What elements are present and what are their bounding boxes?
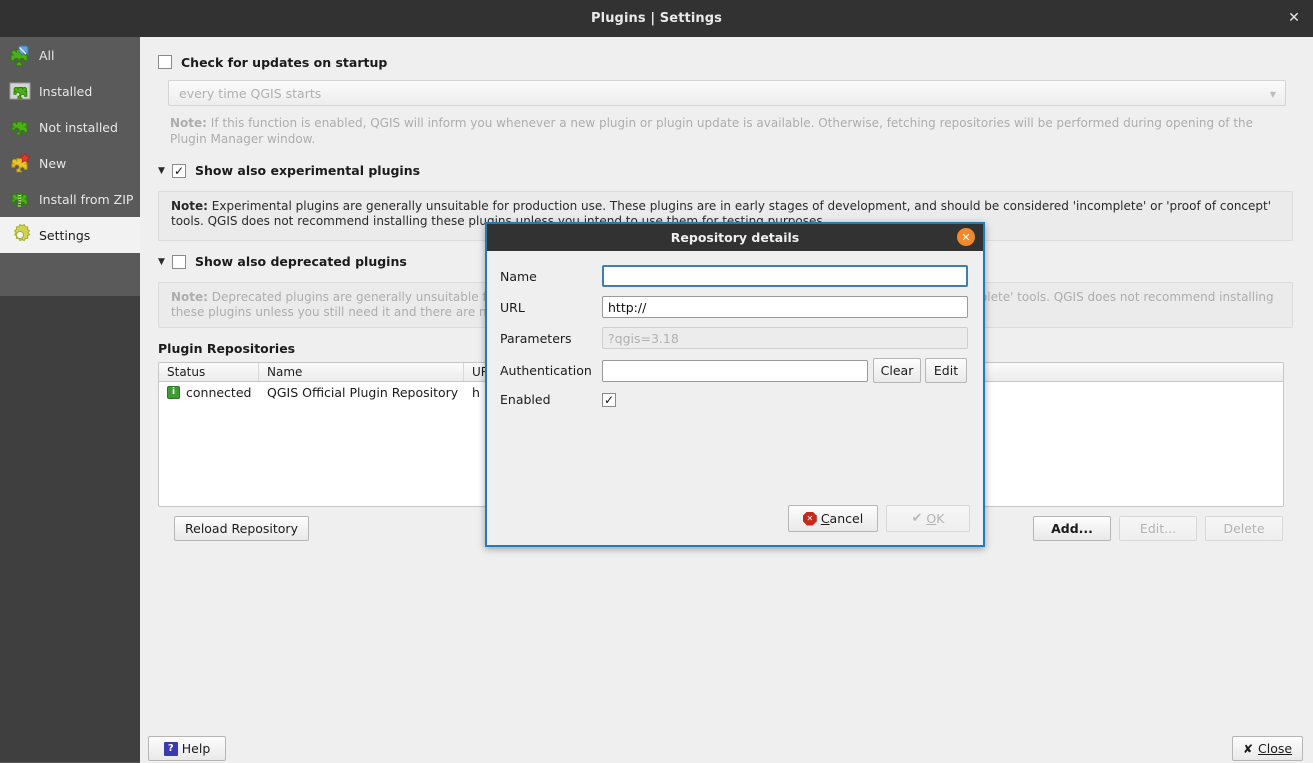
experimental-row[interactable]: ▼ Show also experimental plugins [158, 158, 1313, 184]
authentication-label: Authentication [500, 363, 602, 378]
close-icon[interactable]: ✕ [957, 228, 975, 246]
dialog-body: Name URL Parameters Authentication Clear… [487, 251, 983, 407]
note-prefix: Note: [170, 116, 207, 130]
dialog-titlebar: Repository details ✕ [487, 224, 983, 251]
update-interval-value: every time QGIS starts [179, 86, 321, 101]
sidebar-item-label: Install from ZIP [39, 192, 133, 207]
chevron-down-icon: ▼ [1270, 90, 1276, 99]
dialog-title: Repository details [671, 230, 799, 245]
ok-label: OK [926, 511, 944, 526]
cancel-button[interactable]: ✕ Cancel [788, 505, 878, 532]
puzzle-new-icon [6, 149, 34, 177]
deprecated-label: Show also deprecated plugins [195, 254, 407, 269]
authentication-input[interactable] [602, 360, 868, 382]
sidebar-filler-dark [0, 296, 140, 762]
ok-button: ✔ OK [886, 505, 970, 532]
sidebar-item-label: All [39, 48, 55, 63]
sidebar-item-new[interactable]: New [0, 145, 140, 181]
close-label: Close [1258, 741, 1292, 756]
connected-icon: i [167, 386, 180, 399]
enabled-label: Enabled [500, 392, 602, 407]
edit-repository-button: Edit... [1119, 516, 1197, 541]
cancel-x-icon: ✕ [803, 512, 817, 526]
parameters-label: Parameters [500, 331, 602, 346]
close-button[interactable]: ✘ Close [1232, 736, 1303, 761]
gear-icon [6, 221, 34, 249]
field-row-name: Name [500, 265, 968, 287]
sidebar-item-not-installed[interactable]: Not installed [0, 109, 140, 145]
puzzle-zip-icon [6, 185, 34, 213]
window-title: Plugins | Settings [591, 11, 722, 26]
url-input[interactable] [602, 296, 968, 318]
note-prefix: Note: [171, 199, 208, 213]
cell-name: QGIS Official Plugin Repository [259, 385, 464, 400]
cell-status: i connected [159, 385, 259, 400]
close-icon[interactable]: ✕ [1281, 6, 1307, 30]
panel-splitter[interactable] [140, 37, 158, 763]
note-check-updates: Note: If this function is enabled, QGIS … [168, 110, 1286, 154]
sidebar-item-label: New [39, 156, 66, 171]
check-updates-label: Check for updates on startup [181, 55, 387, 70]
add-repository-button[interactable]: Add... [1033, 516, 1111, 541]
update-interval-combo[interactable]: every time QGIS starts ▼ [168, 80, 1286, 106]
edit-auth-button[interactable]: Edit [925, 358, 967, 383]
plugins-settings-window: Plugins | Settings ✕ All [0, 0, 1313, 763]
note-prefix: Note: [171, 290, 208, 304]
name-label: Name [500, 269, 602, 284]
sidebar-filler [0, 296, 140, 763]
repository-details-dialog: Repository details ✕ Name URL Parameters… [485, 222, 985, 547]
expand-arrow-icon[interactable]: ▼ [158, 166, 170, 176]
check-icon: ✔ [912, 511, 923, 526]
field-row-authentication: Authentication Clear Edit [500, 358, 968, 383]
expand-arrow-icon[interactable]: ▼ [158, 257, 170, 267]
help-button[interactable]: ? Help [148, 736, 226, 761]
dialog-buttonbox: ✕ Cancel ✔ OK [788, 505, 970, 532]
sidebar-item-label: Not installed [39, 120, 118, 135]
cancel-label: Cancel [821, 511, 863, 526]
url-label: URL [500, 300, 602, 315]
field-row-url: URL [500, 296, 968, 318]
sidebar-item-label: Installed [39, 84, 92, 99]
x-icon: ✘ [1243, 742, 1253, 756]
column-header-name[interactable]: Name [259, 363, 464, 381]
sidebar: All Installed Not installed [0, 37, 140, 763]
sidebar-item-all[interactable]: All [0, 37, 140, 73]
field-row-enabled: Enabled [500, 392, 968, 407]
puzzle-notinstalled-icon [6, 113, 34, 141]
check-updates-checkbox[interactable] [158, 55, 172, 69]
dialog-bottom-bar: ? Help ✘ Close [0, 719, 1313, 763]
window-titlebar: Plugins | Settings ✕ [0, 0, 1313, 37]
reload-repository-button[interactable]: Reload Repository [174, 516, 309, 541]
sidebar-item-install-from-zip[interactable]: Install from ZIP [0, 181, 140, 217]
puzzle-all-icon [6, 41, 34, 69]
enabled-checkbox[interactable] [602, 393, 616, 407]
cell-status-text: connected [186, 385, 251, 400]
delete-repository-button: Delete [1205, 516, 1283, 541]
question-icon: ? [164, 742, 178, 756]
deprecated-checkbox[interactable] [172, 255, 186, 269]
sidebar-item-installed[interactable]: Installed [0, 73, 140, 109]
note-text: If this function is enabled, QGIS will i… [170, 116, 1253, 146]
column-header-status[interactable]: Status [159, 363, 259, 381]
experimental-checkbox[interactable] [172, 164, 186, 178]
experimental-label: Show also experimental plugins [195, 163, 420, 178]
puzzle-installed-icon [6, 77, 34, 105]
sidebar-item-label: Settings [39, 228, 90, 243]
name-input[interactable] [602, 265, 968, 287]
sidebar-item-settings[interactable]: Settings [0, 217, 140, 253]
check-updates-row[interactable]: Check for updates on startup [158, 49, 1313, 75]
help-label: Help [182, 741, 211, 756]
parameters-input [602, 327, 968, 349]
clear-auth-button[interactable]: Clear [873, 358, 921, 383]
field-row-parameters: Parameters [500, 327, 968, 349]
